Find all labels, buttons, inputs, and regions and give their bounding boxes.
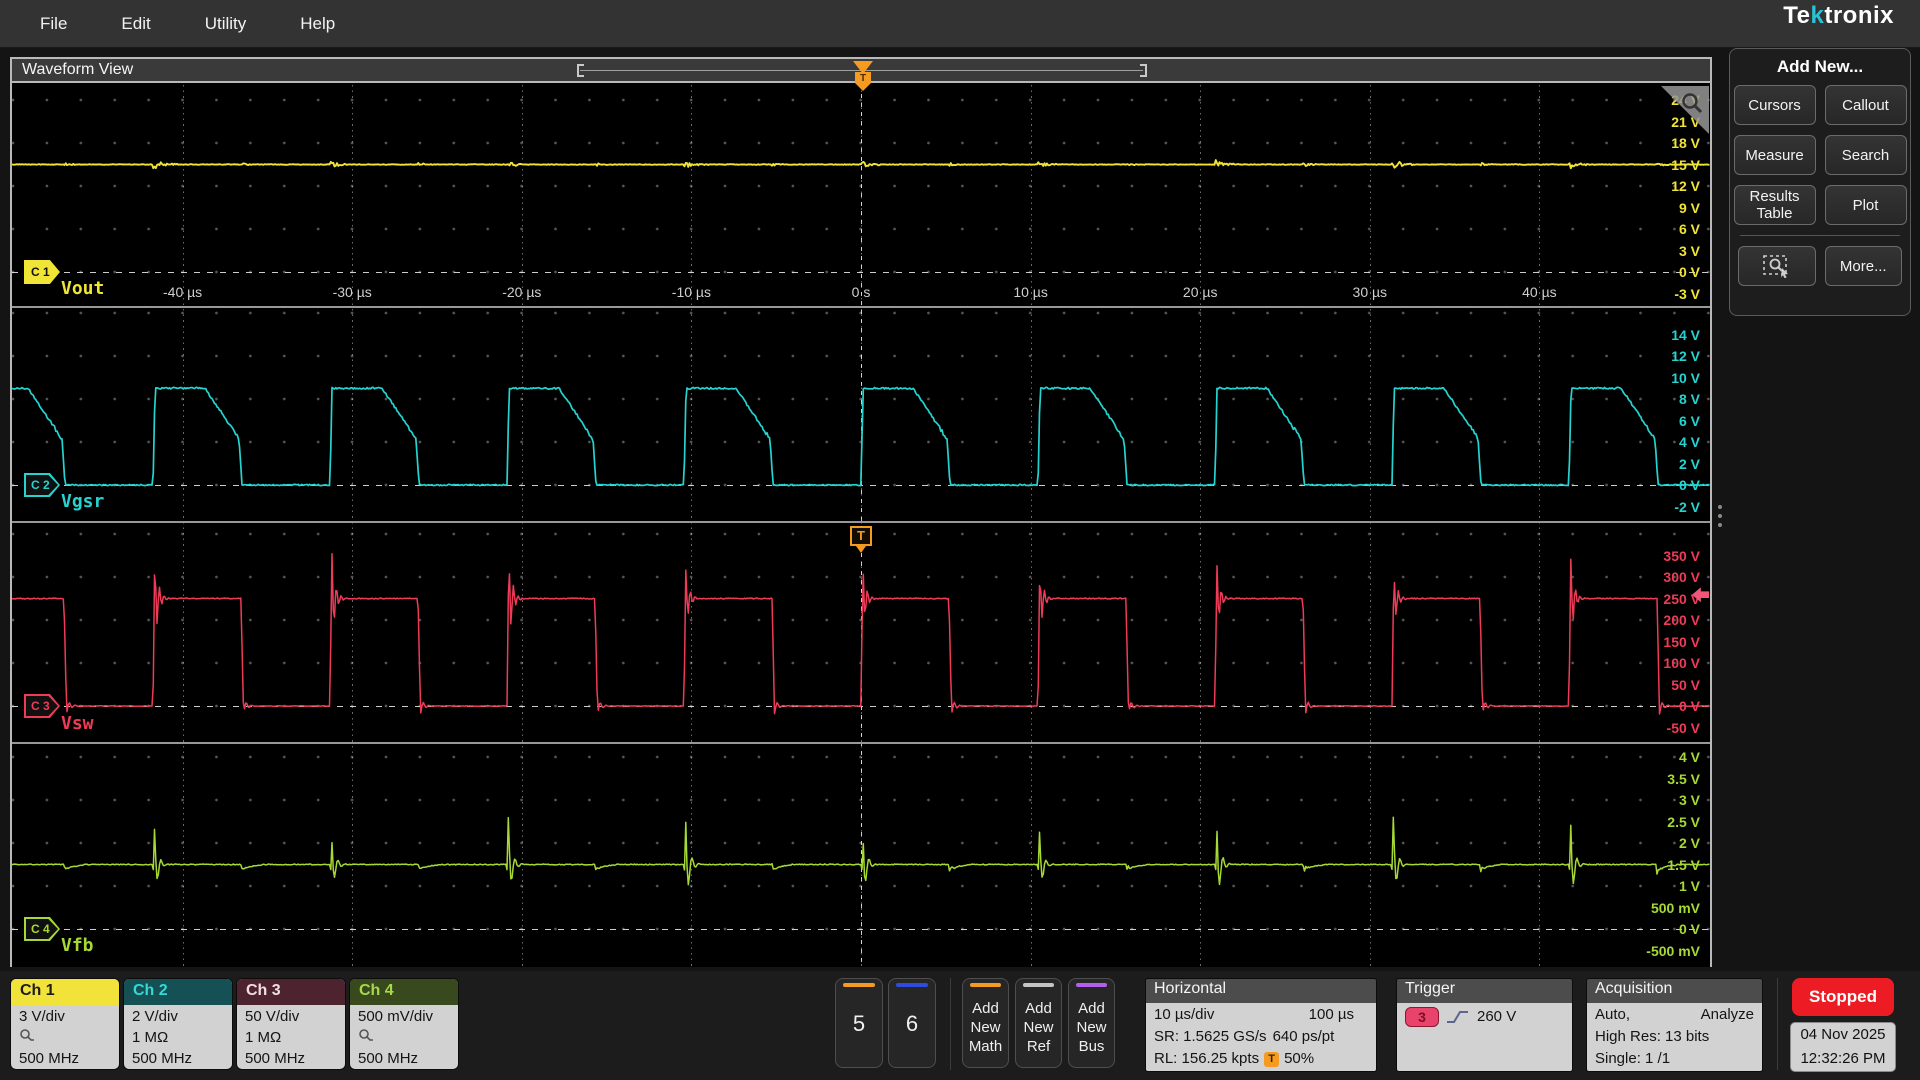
channel-box-title: Ch 1 [11,979,119,1005]
trace-vgsr [12,387,1710,485]
channel-settings-box-ch4[interactable]: Ch 4500 mV/div 500 MHz [349,978,459,1070]
channel-box-title: Ch 2 [124,979,232,1005]
waveform-view-titlebar: Waveform View T [12,59,1710,83]
horizontal-position: 50% [1284,1048,1314,1070]
vertical-scale: 2 V/div [132,1006,224,1027]
add-new-panel: Add New... CursorsCalloutMeasureSearchRe… [1729,48,1911,316]
acquisition-title: Acquisition [1587,979,1762,1003]
time-text: 12:32:26 PM [1791,1047,1895,1071]
acquisition-mode: Auto, [1595,1004,1630,1026]
logo-k-accent: k [1810,2,1824,29]
run-stop-status-button[interactable]: Stopped [1792,978,1894,1016]
menu-item-edit[interactable]: Edit [107,8,164,40]
add-new-cursors-button[interactable]: Cursors [1734,85,1816,125]
tektronix-logo: Tektronix [1783,2,1894,30]
bandwidth: 500 MHz [245,1048,337,1069]
trace-vout [12,160,1710,168]
menu-item-help[interactable]: Help [286,8,349,40]
horizontal-scale: 10 µs/div [1154,1004,1214,1026]
bottom-settings-bar: Ch 13 V/div 500 MHz Ch 22 V/div 1 MΩ 500 MHz… [0,971,1920,1080]
bandwidth: 500 MHz [132,1048,224,1069]
acquisition-highres: High Res: 13 bits [1595,1026,1709,1048]
channel-settings-box-ch3[interactable]: Ch 350 V/div 1 MΩ 500 MHz [236,978,346,1070]
bandwidth: 500 MHz [358,1048,450,1069]
trace-vsw [12,554,1710,714]
add-new-ref-button[interactable]: AddNewRef [1015,978,1062,1068]
datetime-display: 04 Nov 2025 12:32:26 PM [1790,1022,1896,1072]
menu-item-utility[interactable]: Utility [191,8,261,40]
probe-icon [19,1028,35,1042]
vertical-scale: 500 mV/div [358,1006,450,1027]
channel-separator [12,521,1710,523]
add-new-bus-button[interactable]: AddNewBus [1068,978,1115,1068]
trigger-title: Trigger [1397,979,1572,1003]
zoom-select-icon [1762,254,1792,278]
oscilloscope-app: File Edit Utility Help Tektronix Waveform V… [0,0,1920,1080]
channel-box-title: Ch 4 [350,979,458,1005]
channel-6-button[interactable]: 6 [888,978,936,1068]
trigger-panel[interactable]: Trigger 3 260 V [1396,978,1573,1072]
trigger-level: 260 V [1477,1006,1516,1028]
sample-rate: SR: 1.5625 GS/s [1154,1026,1267,1048]
zoom-select-button[interactable] [1738,246,1816,286]
date-text: 04 Nov 2025 [1791,1023,1895,1047]
horizontal-panel[interactable]: Horizontal 10 µs/div 100 µs SR: 1.5625 GS… [1145,978,1377,1072]
divider [1777,978,1778,1070]
coupling-impedance: 1 MΩ [245,1029,281,1046]
trigger-t-marker[interactable]: T [850,526,872,552]
overview-right-bracket[interactable] [1140,64,1147,77]
overview-left-bracket[interactable] [577,64,584,77]
add-new-search-button[interactable]: Search [1825,135,1907,175]
trace-vfb [12,817,1710,884]
menu-bar: File Edit Utility Help Tektronix [0,0,1920,48]
panel-splitter-handle[interactable] [1718,505,1723,527]
graticule-area[interactable]: 24 V21 V18 V15 V12 V9 V6 V3 V0 V-3 VC 1V… [12,85,1710,967]
acquisition-panel[interactable]: Acquisition Auto, Analyze High Res: 13 bi… [1586,978,1763,1072]
trigger-source-badge: 3 [1405,1007,1439,1027]
probe-icon [358,1028,374,1042]
channel-name-label-vout: Vout [61,278,104,299]
add-new-callout-button[interactable]: Callout [1825,85,1907,125]
add-new-measure-button[interactable]: Measure [1734,135,1816,175]
channel-name-label-vgsr: Vgsr [61,491,104,512]
add-new-title: Add New... [1738,57,1902,77]
acquisition-analyze: Analyze [1701,1004,1754,1026]
horizontal-span: 100 µs [1309,1004,1354,1026]
channel-name-label-vsw: Vsw [61,713,94,734]
menu-item-file[interactable]: File [26,8,81,40]
add-new-results-table-button[interactable]: Results Table [1734,185,1816,225]
channel-settings-box-ch2[interactable]: Ch 22 V/div 1 MΩ 500 MHz [123,978,233,1070]
channel-5-button[interactable]: 5 [835,978,883,1068]
channel-box-title: Ch 3 [237,979,345,1005]
acquisition-single: Single: 1 /1 [1595,1048,1670,1070]
bandwidth: 500 MHz [19,1048,111,1069]
vertical-scale: 50 V/div [245,1006,337,1027]
panel-divider [1740,235,1900,236]
divider [950,978,951,1070]
vertical-scale: 3 V/div [19,1006,111,1027]
channel-separator [12,306,1710,308]
trigger-position-icon: T [1264,1052,1279,1067]
channel-name-label-vfb: Vfb [61,935,94,956]
channel-separator [12,742,1710,744]
sample-resolution: 640 ps/pt [1273,1026,1335,1048]
waveform-view-title: Waveform View [22,61,133,79]
more-button[interactable]: More... [1825,246,1903,286]
coupling-impedance: 1 MΩ [132,1029,168,1046]
channel-settings-box-ch1[interactable]: Ch 13 V/div 500 MHz [10,978,120,1070]
record-length: RL: 156.25 kpts [1154,1048,1259,1070]
horizontal-title: Horizontal [1146,979,1376,1003]
add-new-plot-button[interactable]: Plot [1825,185,1907,225]
add-new-math-button[interactable]: AddNewMath [962,978,1009,1068]
waveform-view-window: Waveform View T 24 V21 V18 V15 V12 V9 V6… [10,57,1712,967]
rising-edge-icon [1445,1008,1471,1026]
